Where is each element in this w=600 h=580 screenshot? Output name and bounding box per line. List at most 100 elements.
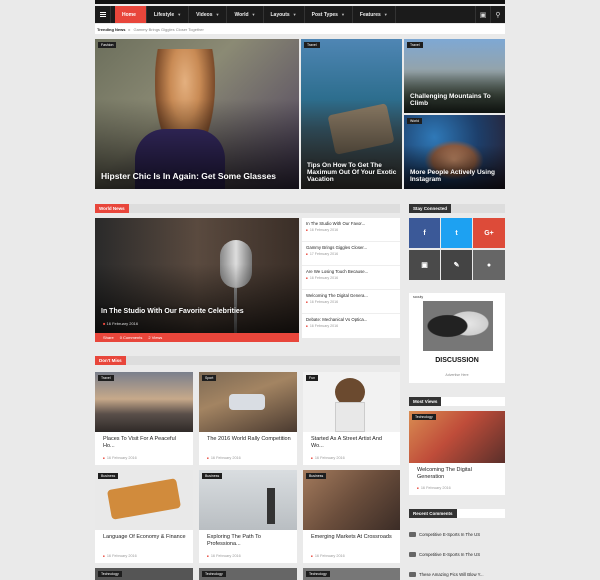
featured-title[interactable]: Tips On How To Get The Maximum Out Of Yo… bbox=[307, 162, 398, 183]
list-item[interactable]: Gammy Brings Giggles Closer...17 Februar… bbox=[302, 242, 400, 266]
list-item[interactable]: Welcoming The Digital Genera...16 Februa… bbox=[302, 290, 400, 314]
featured-tile-1[interactable]: Fashion Hipster Chic Is In Again: Get So… bbox=[95, 39, 299, 189]
card-title[interactable]: Emerging Markets At Crossroads bbox=[311, 534, 394, 541]
instagram-icon[interactable]: ▣ bbox=[409, 250, 440, 280]
tag-badge: Travel bbox=[407, 42, 423, 48]
tag-badge: Business bbox=[202, 473, 223, 479]
list-item[interactable]: Are We Losing Touch Because...16 Februar… bbox=[302, 266, 400, 290]
nav-world[interactable]: World ▼ bbox=[227, 6, 264, 23]
dont-miss-card-7[interactable]: Technology bbox=[95, 568, 193, 580]
card-date: 16 February 2016 bbox=[207, 456, 241, 460]
main-title[interactable]: In The Studio With Our Favorite Celebrit… bbox=[101, 308, 244, 316]
comment-item[interactable]: Competitive E-Sports In The US bbox=[409, 548, 505, 560]
world-news-header: World News bbox=[95, 204, 400, 213]
section-title: Most Views bbox=[409, 397, 442, 406]
featured-tile-3[interactable]: Travel Challenging Mountains To Climb bbox=[404, 39, 505, 113]
tag-badge: Sport bbox=[202, 375, 217, 381]
dont-miss-card-6[interactable]: Business Emerging Markets At Crossroads … bbox=[303, 470, 400, 563]
featured-title[interactable]: Challenging Mountains To Climb bbox=[410, 93, 501, 107]
list-item[interactable]: In The Studio With Our Favor...16 Februa… bbox=[302, 218, 400, 242]
tag-badge: Technology bbox=[98, 571, 122, 577]
tag-badge: Fashion bbox=[98, 42, 117, 48]
comments-count[interactable]: 0 Comments bbox=[120, 335, 143, 340]
chevron-down-icon: ▼ bbox=[215, 12, 220, 17]
card-title[interactable]: Exploring The Path To Professiona... bbox=[207, 534, 291, 548]
tag-badge: Travel bbox=[98, 375, 114, 381]
menu-icon[interactable] bbox=[95, 6, 111, 23]
tag-badge: Technology bbox=[202, 571, 226, 577]
tag-badge: Business bbox=[306, 473, 327, 479]
main-nav: Home Lifestyle ▼ Videos ▼ World ▼ Layouts ▼ … bbox=[95, 6, 505, 23]
chevron-down-icon: ▼ bbox=[251, 12, 256, 17]
dont-miss-card-3[interactable]: Fun Started As A Street Artist And Wo...… bbox=[303, 372, 400, 465]
section-title: Recent Comments bbox=[409, 509, 457, 518]
card-title[interactable]: Places To Visit For A Peaceful Ho... bbox=[103, 436, 187, 450]
top-strip bbox=[95, 0, 505, 4]
dont-miss-header: Don't Miss bbox=[95, 356, 400, 365]
google-plus-icon[interactable]: G+ bbox=[473, 218, 505, 248]
trending-bar: Trending News ▸ Gammy Brings Giggles Clo… bbox=[95, 24, 505, 34]
dont-miss-card-5[interactable]: Business Exploring The Path To Professio… bbox=[199, 470, 297, 563]
dont-miss-card-2[interactable]: Sport The 2016 World Rally Competition 1… bbox=[199, 372, 297, 465]
world-news-list: In The Studio With Our Favor...16 Februa… bbox=[302, 218, 400, 338]
nav-features[interactable]: Features ▼ bbox=[353, 6, 396, 23]
card-date: 16 February 2016 bbox=[103, 456, 137, 460]
main-date: ■ 16 February 2016 bbox=[103, 321, 139, 326]
comment-item[interactable]: These Amazing Pics Will Blow Y... bbox=[409, 568, 505, 580]
ad-headline: DISCUSSION bbox=[435, 357, 479, 364]
dont-miss-card-4[interactable]: Business Language Of Economy & Finance 1… bbox=[95, 470, 193, 563]
share-button[interactable]: Share bbox=[103, 335, 114, 340]
nav-videos[interactable]: Videos ▼ bbox=[189, 6, 228, 23]
featured-tile-4[interactable]: World More People Actively Using Instagr… bbox=[404, 115, 505, 189]
pen-icon[interactable]: ✎ bbox=[441, 250, 472, 280]
dont-miss-card-9[interactable]: Technology bbox=[303, 568, 400, 580]
recent-comments-header: Recent Comments bbox=[409, 509, 505, 518]
tag-badge: Business bbox=[98, 473, 119, 479]
bag-icon[interactable]: ▣ bbox=[475, 6, 490, 23]
card-date: 16 February 2016 bbox=[417, 486, 451, 490]
world-news-main[interactable]: In The Studio With Our Favorite Celebrit… bbox=[95, 218, 299, 333]
nav-home[interactable]: Home bbox=[115, 6, 147, 23]
card-title[interactable]: Language Of Economy & Finance bbox=[103, 534, 187, 541]
featured-title[interactable]: Hipster Chic Is In Again: Get Some Glass… bbox=[101, 171, 276, 181]
ad-subtext: Advertise Here bbox=[445, 373, 469, 377]
nav-lifestyle[interactable]: Lifestyle ▼ bbox=[147, 6, 190, 23]
card-title[interactable]: Welcoming The Digital Generation bbox=[417, 467, 499, 481]
twitter-icon[interactable]: t bbox=[441, 218, 472, 248]
chat-icon[interactable]: ● bbox=[473, 250, 505, 280]
card-date: 16 February 2016 bbox=[311, 456, 345, 460]
card-title[interactable]: The 2016 World Rally Competition bbox=[207, 436, 291, 443]
chevron-down-icon: ▼ bbox=[340, 12, 345, 17]
chevron-down-icon: ▼ bbox=[292, 12, 297, 17]
tag-badge: World bbox=[407, 118, 423, 124]
section-title: Don't Miss bbox=[95, 356, 126, 365]
tag-badge: Technology bbox=[306, 571, 330, 577]
featured-title[interactable]: More People Actively Using Instagram bbox=[410, 169, 501, 183]
nav-layouts[interactable]: Layouts ▼ bbox=[264, 6, 305, 23]
search-icon[interactable]: ⚲ bbox=[490, 6, 505, 23]
dont-miss-card-8[interactable]: Technology bbox=[199, 568, 297, 580]
card-title[interactable]: Started As A Street Artist And Wo... bbox=[311, 436, 394, 450]
ad-banner[interactable]: scouty DISCUSSION Advertise Here bbox=[409, 293, 505, 383]
section-title: Stay Connected bbox=[409, 204, 452, 213]
section-title: World News bbox=[95, 204, 129, 213]
nav-post-types[interactable]: Post Types ▼ bbox=[305, 6, 353, 23]
list-item[interactable]: Debate: Mechanical Vs Optica...16 Februa… bbox=[302, 314, 400, 338]
card-date: 16 February 2016 bbox=[207, 554, 241, 558]
comment-item[interactable]: Competitive E-Sports In The US bbox=[409, 528, 505, 540]
dont-miss-card-1[interactable]: Travel Places To Visit For A Peaceful Ho… bbox=[95, 372, 193, 465]
trending-link[interactable]: Gammy Brings Giggles Closer Together bbox=[133, 27, 203, 32]
card-date: 16 February 2016 bbox=[311, 554, 345, 558]
arrow-right-icon: ▸ bbox=[128, 26, 131, 32]
facebook-icon[interactable]: f bbox=[409, 218, 440, 248]
trending-label: Trending News bbox=[97, 26, 126, 32]
most-views-header: Most Views bbox=[409, 397, 505, 406]
ad-brand: scouty bbox=[413, 295, 424, 299]
card-date: 16 February 2016 bbox=[103, 554, 137, 558]
page: Home Lifestyle ▼ Videos ▼ World ▼ Layouts ▼ … bbox=[0, 0, 600, 580]
tag-badge: Fun bbox=[306, 375, 319, 381]
chevron-down-icon: ▼ bbox=[177, 12, 182, 17]
featured-tile-2[interactable]: Travel Tips On How To Get The Maximum Ou… bbox=[301, 39, 402, 189]
comment-icon bbox=[409, 551, 416, 557]
most-views-card[interactable]: Technology Welcoming The Digital Generat… bbox=[409, 411, 505, 495]
